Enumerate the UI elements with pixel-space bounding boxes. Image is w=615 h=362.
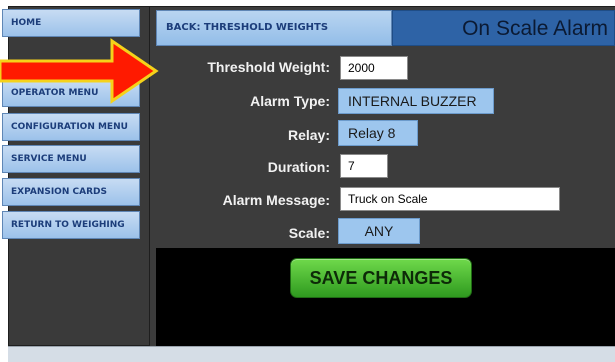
alarm-message-input[interactable]: Truck on Scale <box>340 187 560 211</box>
page-title: On Scale Alarm <box>462 17 608 40</box>
arrow-shape <box>0 38 159 104</box>
relay-select[interactable]: Relay 8 <box>338 120 418 146</box>
back-button[interactable]: BACK: THRESHOLD WEIGHTS <box>156 10 392 46</box>
annotation-arrow-icon <box>0 38 159 104</box>
scale-label: Scale: <box>288 225 330 241</box>
save-changes-button[interactable]: SAVE CHANGES <box>290 258 472 298</box>
sidebar-item-expansion-cards[interactable]: EXPANSION CARDS <box>2 178 140 206</box>
alarm-message-label: Alarm Message: <box>222 192 330 208</box>
sidebar-item-return-to-weighing[interactable]: RETURN TO WEIGHING <box>2 211 140 239</box>
threshold-weight-label: Threshold Weight: <box>207 59 330 75</box>
alarm-type-select[interactable]: INTERNAL BUZZER <box>338 88 494 114</box>
alarm-type-label: Alarm Type: <box>250 93 330 109</box>
scale-select[interactable]: ANY <box>338 218 420 244</box>
duration-label: Duration: <box>267 159 330 175</box>
threshold-weight-input[interactable]: 2000 <box>340 56 408 80</box>
duration-input[interactable]: 7 <box>340 154 388 178</box>
sidebar-item-service-menu[interactable]: SERVICE MENU <box>2 145 140 173</box>
app-window: HOME OPERATOR MENU CONFIGURATION MENU SE… <box>0 0 615 362</box>
sidebar-item-home[interactable]: HOME <box>2 9 140 37</box>
relay-label: Relay: <box>287 127 330 143</box>
sidebar-item-configuration-menu[interactable]: CONFIGURATION MENU <box>2 113 140 141</box>
status-bar <box>8 346 615 362</box>
title-bar: On Scale Alarm <box>392 10 615 46</box>
